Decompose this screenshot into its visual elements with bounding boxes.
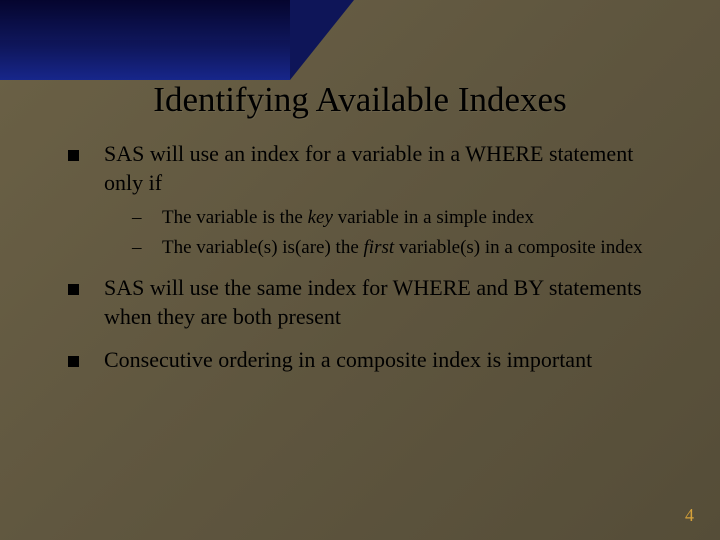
slide: Identifying Available Indexes SAS will u… <box>0 0 720 540</box>
square-bullet-icon <box>68 284 79 295</box>
sub-bullet-list: – The variable is the key variable in a … <box>104 205 670 260</box>
sub-bullet-text-post: variable(s) in a composite index <box>394 237 643 258</box>
bullet-text: SAS will use the same index for WHERE an… <box>104 275 642 329</box>
sub-bullet-text-post: variable in a simple index <box>333 207 534 228</box>
slide-body: SAS will use an index for a variable in … <box>50 140 670 388</box>
dash-bullet-icon: – <box>132 205 142 231</box>
bullet-item: Consecutive ordering in a composite inde… <box>50 346 670 375</box>
bullet-text: SAS will use an index for a variable in … <box>104 141 633 195</box>
sub-bullet-text-pre: The variable(s) is(are) the <box>162 237 364 258</box>
dash-bullet-icon: – <box>132 235 142 261</box>
corner-grad-top <box>0 0 290 40</box>
sub-bullet-emph: key <box>308 207 333 228</box>
bullet-list: SAS will use an index for a variable in … <box>50 140 670 374</box>
sub-bullet-text-pre: The variable is the <box>162 207 308 228</box>
sub-bullet-emph: first <box>364 237 395 258</box>
bullet-item: SAS will use the same index for WHERE an… <box>50 274 670 331</box>
slide-title: Identifying Available Indexes <box>0 80 720 120</box>
corner-wedge-overlay <box>290 0 354 80</box>
square-bullet-icon <box>68 150 79 161</box>
square-bullet-icon <box>68 356 79 367</box>
bullet-item: SAS will use an index for a variable in … <box>50 140 670 260</box>
bullet-text: Consecutive ordering in a composite inde… <box>104 347 592 372</box>
sub-bullet-item: – The variable(s) is(are) the first vari… <box>104 235 670 261</box>
sub-bullet-item: – The variable is the key variable in a … <box>104 205 670 231</box>
page-number: 4 <box>685 505 694 526</box>
corner-accent <box>0 0 290 80</box>
